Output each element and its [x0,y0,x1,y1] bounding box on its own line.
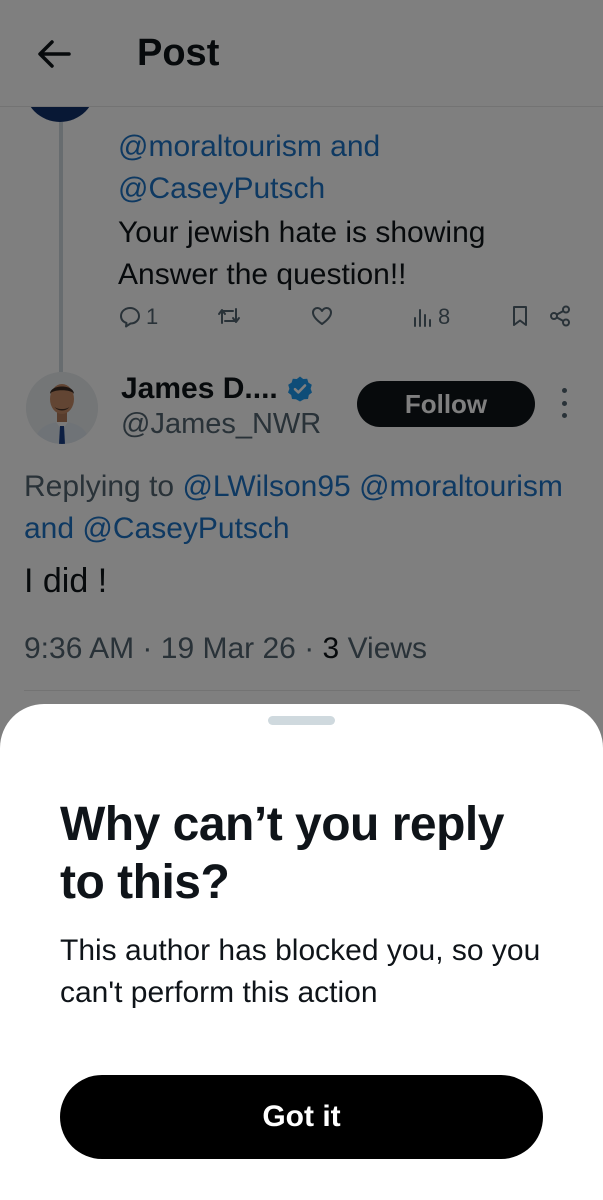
sheet-drag-handle[interactable] [268,716,335,725]
sheet-message: This author has blocked you, so you can'… [60,934,541,1009]
post-page: Post @moraltourism and @CaseyPutsch Your… [0,0,603,1200]
sheet-title: Why can’t you reply to this? [60,798,504,909]
got-it-button[interactable]: Got it [60,1075,543,1159]
bottom-sheet: Why can’t you reply to this? This author… [0,704,603,1200]
